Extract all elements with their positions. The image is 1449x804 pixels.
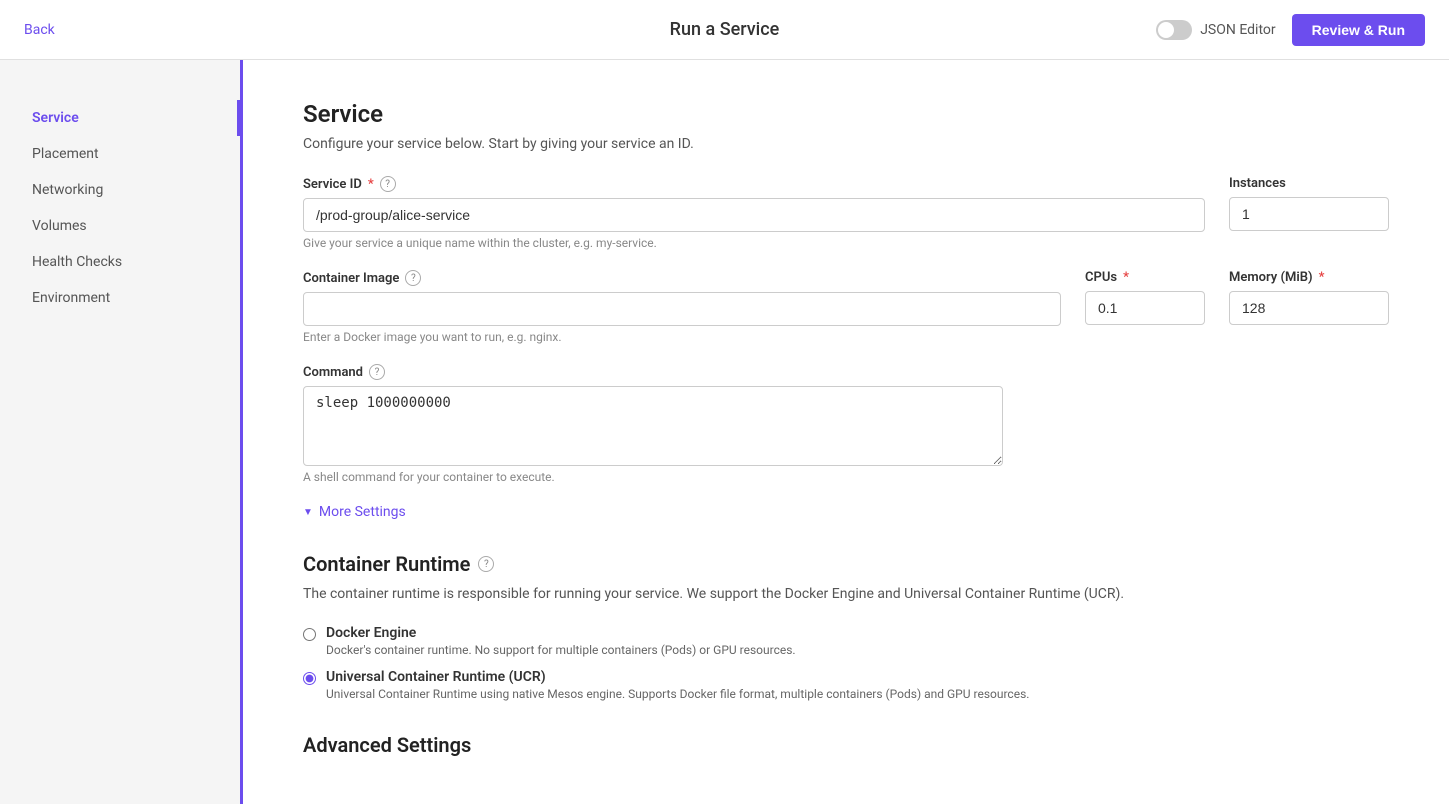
service-id-label: Service ID * ? [303,176,1205,192]
service-id-row: Service ID * ? Give your service a uniqu… [303,176,1389,250]
cpus-label: CPUs * [1085,270,1205,285]
more-settings-chevron-icon: ▼ [303,507,313,518]
cpus-required: * [1123,270,1129,285]
page-title: Run a Service [670,19,780,40]
main-content: Service Configure your service below. St… [240,60,1449,804]
instances-group: Instances [1229,176,1389,250]
ucr-radio[interactable] [303,672,316,685]
more-settings-toggle[interactable]: ▼ More Settings [303,504,1389,520]
back-link[interactable]: Back [24,22,55,38]
container-image-hint: Enter a Docker image you want to run, e.… [303,330,1061,344]
section-desc: Configure your service below. Start by g… [303,136,1389,152]
service-id-required: * [368,177,374,192]
container-image-help-icon[interactable]: ? [405,270,421,286]
command-hint: A shell command for your container to ex… [303,470,1389,484]
container-runtime-help-icon[interactable]: ? [478,556,494,572]
instances-label: Instances [1229,176,1389,191]
sidebar-item-health-checks[interactable]: Health Checks [0,244,240,280]
sidebar-item-volumes[interactable]: Volumes [0,208,240,244]
memory-input[interactable] [1229,291,1389,325]
container-runtime-title: Container Runtime ? [303,552,1389,576]
service-id-help-icon[interactable]: ? [380,176,396,192]
cpus-input[interactable] [1085,291,1205,325]
memory-group: Memory (MiB) * [1229,270,1389,344]
ucr-desc: Universal Container Runtime using native… [326,687,1029,701]
service-id-hint: Give your service a unique name within t… [303,236,1205,250]
sidebar: Service Placement Networking Volumes Hea… [0,60,240,804]
sidebar-item-networking[interactable]: Networking [0,172,240,208]
docker-engine-label[interactable]: Docker Engine [326,625,416,641]
cpus-group: CPUs * [1085,270,1205,344]
docker-engine-desc: Docker's container runtime. No support f… [326,643,796,657]
container-image-input[interactable] [303,292,1061,326]
ucr-label[interactable]: Universal Container Runtime (UCR) [326,669,546,685]
docker-engine-text: Docker Engine Docker's container runtime… [326,625,796,657]
container-row: Container Image ? Enter a Docker image y… [303,270,1389,344]
layout: Service Placement Networking Volumes Hea… [0,60,1449,804]
header-right: JSON Editor Review & Run [1156,14,1425,46]
service-id-input[interactable] [303,198,1205,232]
command-input[interactable] [303,386,1003,466]
section-title: Service [303,100,1389,128]
command-help-icon[interactable]: ? [369,364,385,380]
service-id-group: Service ID * ? Give your service a uniqu… [303,176,1205,250]
ucr-text: Universal Container Runtime (UCR) Univer… [326,669,1029,701]
review-run-button[interactable]: Review & Run [1292,14,1425,46]
memory-required: * [1319,270,1325,285]
docker-engine-radio[interactable] [303,628,316,641]
advanced-settings-title: Advanced Settings [303,733,1389,757]
json-editor-label: JSON Editor [1200,22,1275,38]
sidebar-item-environment[interactable]: Environment [0,280,240,316]
json-editor-toggle[interactable] [1156,20,1192,40]
container-image-label: Container Image ? [303,270,1061,286]
docker-engine-option: Docker Engine Docker's container runtime… [303,625,1389,657]
header: Back Run a Service JSON Editor Review & … [0,0,1449,60]
container-image-group: Container Image ? Enter a Docker image y… [303,270,1061,344]
toggle-knob [1158,22,1174,38]
memory-label: Memory (MiB) * [1229,270,1389,285]
sidebar-item-placement[interactable]: Placement [0,136,240,172]
more-settings-label: More Settings [319,504,406,520]
container-runtime-desc: The container runtime is responsible for… [303,584,1389,605]
ucr-option: Universal Container Runtime (UCR) Univer… [303,669,1389,701]
sidebar-item-service[interactable]: Service [0,100,240,136]
instances-input[interactable] [1229,197,1389,231]
command-label: Command ? [303,364,1389,380]
json-editor-toggle-wrapper: JSON Editor [1156,20,1275,40]
command-group: Command ? A shell command for your conta… [303,364,1389,484]
runtime-radio-group: Docker Engine Docker's container runtime… [303,625,1389,701]
